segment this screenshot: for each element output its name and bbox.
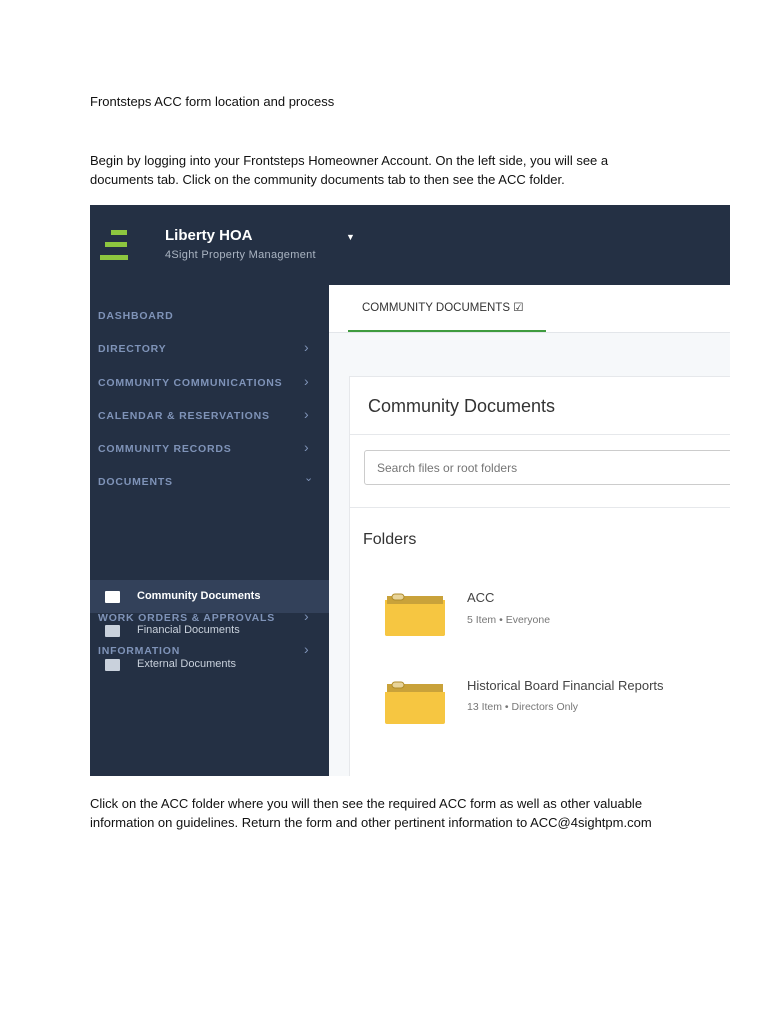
chevron-right-icon: › <box>304 641 309 657</box>
community-name[interactable]: Liberty HOA <box>165 227 253 244</box>
intro-line-1: Begin by logging into your Frontsteps Ho… <box>90 153 609 168</box>
tab-label: COMMUNITY DOCUMENTS <box>362 302 511 314</box>
document-icon <box>105 625 120 637</box>
intro-line-2: documents tab. Click on the community do… <box>90 172 565 187</box>
edit-icon[interactable]: ☑ <box>513 302 523 314</box>
sidebar-item-documents[interactable]: DOCUMENTS <box>98 476 173 488</box>
folder-icon[interactable] <box>383 592 447 636</box>
doc-heading: Frontsteps ACC form location and process <box>90 94 335 109</box>
app-header: Liberty HOA 4Sight Property Management ▼ <box>90 205 730 285</box>
sidebar-sub-external-documents[interactable]: External Documents <box>137 658 236 670</box>
documents-card: Community Documents Folders ACC 5 Item •… <box>349 376 730 776</box>
sidebar: DASHBOARD DIRECTORY › COMMUNITY COMMUNICA… <box>90 285 329 776</box>
folder-meta: 13 Item • Directors Only <box>467 701 579 713</box>
frontsteps-screenshot: Liberty HOA 4Sight Property Management ▼… <box>90 205 730 776</box>
chevron-down-icon: ⌄ <box>304 472 314 484</box>
folder-name[interactable]: ACC <box>467 590 494 605</box>
divider <box>350 507 730 508</box>
caret-down-icon[interactable]: ▼ <box>346 232 355 242</box>
chevron-right-icon: › <box>304 339 309 355</box>
page-title: Community Documents <box>368 396 556 416</box>
sidebar-item-calendar[interactable]: CALENDAR & RESERVATIONS <box>98 410 270 422</box>
folder-meta: 5 Item • Everyone <box>467 614 551 626</box>
contact-folder-icon <box>105 659 120 671</box>
chevron-right-icon: › <box>304 406 309 422</box>
sidebar-item-work-orders[interactable]: WORK ORDERS & APPROVALS <box>98 612 275 624</box>
chevron-right-icon: › <box>304 608 309 624</box>
active-tab-indicator <box>348 330 546 332</box>
sidebar-item-communications[interactable]: COMMUNITY COMMUNICATIONS <box>98 377 282 389</box>
sidebar-sub-community-documents[interactable]: Community Documents <box>137 590 260 602</box>
search-input[interactable] <box>364 450 730 485</box>
chevron-right-icon: › <box>304 373 309 389</box>
folder-name[interactable]: Historical Board Financial Reports <box>467 678 664 693</box>
folder-icon <box>105 591 120 603</box>
sidebar-item-information[interactable]: INFORMATION <box>98 645 180 657</box>
tab-community-documents[interactable]: COMMUNITY DOCUMENTS ☑ <box>362 300 524 314</box>
tab-bar: COMMUNITY DOCUMENTS ☑ <box>329 285 730 333</box>
management-name: 4Sight Property Management <box>165 249 316 261</box>
instructions-line-2: information on guidelines. Return the fo… <box>90 815 652 830</box>
instructions-line-1: Click on the ACC folder where you will t… <box>90 796 643 811</box>
chevron-right-icon: › <box>304 439 309 455</box>
folders-heading: Folders <box>363 531 417 548</box>
divider <box>350 434 730 435</box>
sidebar-sub-financial-documents[interactable]: Financial Documents <box>137 624 240 636</box>
sidebar-item-directory[interactable]: DIRECTORY <box>98 343 166 355</box>
folder-icon[interactable] <box>383 680 447 724</box>
sidebar-item-dashboard[interactable]: DASHBOARD <box>98 310 173 322</box>
main-content: COMMUNITY DOCUMENTS ☑ Community Document… <box>329 285 730 776</box>
sidebar-item-records[interactable]: COMMUNITY RECORDS <box>98 443 232 455</box>
